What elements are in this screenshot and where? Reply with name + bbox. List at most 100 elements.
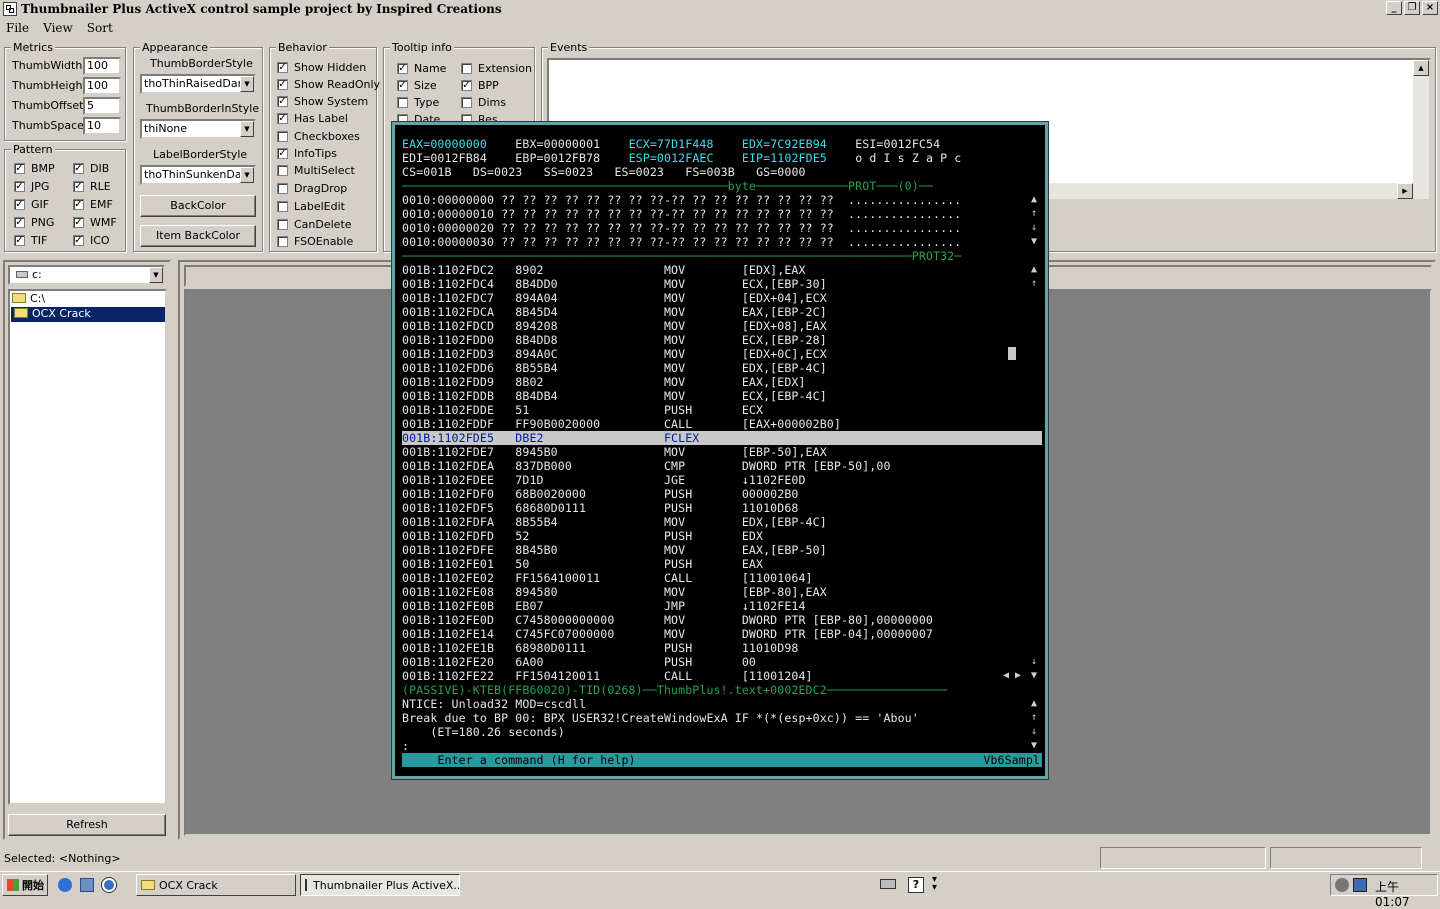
code-line[interactable]: 001B:1102FE0B EB07 JMP ↓1102FE14 xyxy=(402,599,806,613)
data-scroll-arrows[interactable]: ▲ ↑ ↓ ▼ xyxy=(1031,193,1037,249)
code-scroll-top[interactable]: ▲ ↑ xyxy=(1031,263,1037,291)
code-line[interactable]: 001B:1102FDDF FF90B0020000 CALL [EAX+000… xyxy=(402,417,841,431)
code-line[interactable]: 001B:1102FDFA 8B55B4 MOV EDX,[EBP-4C] xyxy=(402,515,827,529)
pattern-emf-checkbox[interactable]: ✓ EMF xyxy=(73,198,113,211)
code-line[interactable]: 001B:1102FDC2 8902 MOV [EDX],EAX xyxy=(402,263,806,277)
code-line[interactable]: 001B:1102FDCD 894208 MOV [EDX+08],EAX xyxy=(402,319,827,333)
tooltip-name-checkbox[interactable]: ✓ Name xyxy=(397,62,446,75)
show-system-checkbox[interactable]: ✓ Show System xyxy=(277,95,368,108)
menu-view[interactable]: View xyxy=(43,21,73,35)
show-hidden-checkbox[interactable]: ✓ Show Hidden xyxy=(277,61,366,74)
code-line[interactable]: 001B:1102FDD6 8B55B4 MOV EDX,[EBP-4C] xyxy=(402,361,827,375)
drive-select[interactable]: c: ▼ xyxy=(8,265,165,285)
code-line[interactable]: 001B:1102FE0D C7458000000000 MOV DWORD P… xyxy=(402,613,933,627)
code-line[interactable]: 001B:1102FDEA 837DB000 CMP DWORD PTR [EB… xyxy=(402,459,891,473)
tooltip-type-checkbox[interactable]: Type xyxy=(397,96,439,109)
code-line[interactable]: 001B:1102FDD3 894A0C MOV [EDX+0C],ECX xyxy=(402,347,827,361)
help-icon[interactable]: ? xyxy=(908,877,924,893)
clock[interactable]: 上午 01:07 xyxy=(1375,878,1437,909)
tree-item-root[interactable]: C:\ xyxy=(12,292,45,305)
command-prompt-line[interactable]: : xyxy=(402,739,409,753)
command-scroll-arrows[interactable]: ▲ ↑ ↓ ▼ xyxy=(1031,697,1037,753)
code-line[interactable]: 001B:1102FDF5 68680D0111 PUSH 11010D68 xyxy=(402,501,798,515)
maximize-button[interactable]: ❐ xyxy=(1404,1,1420,15)
pattern-jpg-checkbox[interactable]: ✓ JPG xyxy=(14,180,49,193)
tooltip-dims-checkbox[interactable]: Dims xyxy=(461,96,506,109)
pattern-tif-checkbox[interactable]: ✓ TIF xyxy=(14,234,47,247)
code-line[interactable]: 001B:1102FE14 C745FC07000000 MOV DWORD P… xyxy=(402,627,933,641)
refresh-button[interactable]: Refresh xyxy=(8,814,166,836)
code-line[interactable]: 001B:1102FDC4 8B4DD0 MOV ECX,[EBP-30] xyxy=(402,277,827,291)
has-label-checkbox[interactable]: ✓ Has Label xyxy=(277,112,348,125)
pattern-dib-checkbox[interactable]: ✓ DIB xyxy=(73,162,109,175)
thumb-height-input[interactable]: 100 xyxy=(83,77,121,95)
tray-icon[interactable] xyxy=(1335,878,1349,892)
pattern-wmf-checkbox[interactable]: ✓ WMF xyxy=(73,216,117,229)
chevron-down-icon[interactable]: ▼ xyxy=(240,76,254,92)
code-line[interactable]: 001B:1102FDF0 68B0020000 PUSH 000002B0 xyxy=(402,487,798,501)
menu-file[interactable]: File xyxy=(6,21,29,35)
pattern-bmp-checkbox[interactable]: ✓ BMP xyxy=(14,162,55,175)
ie-icon[interactable] xyxy=(58,878,72,892)
dragdrop-checkbox[interactable]: DragDrop xyxy=(277,182,347,195)
scroll-up-icon[interactable]: ▲ xyxy=(1413,60,1429,76)
code-line[interactable]: 001B:1102FDDE 51 PUSH ECX xyxy=(402,403,763,417)
media-player-icon[interactable] xyxy=(102,878,116,892)
code-hscroll-arrows[interactable]: ◀ ▶ xyxy=(1003,669,1021,683)
infotips-checkbox[interactable]: ✓ InfoTips xyxy=(277,147,337,160)
multiselect-checkbox[interactable]: MultiSelect xyxy=(277,164,355,177)
fsoenable-checkbox[interactable]: FSOEnable xyxy=(277,235,353,248)
code-scroll-bottom[interactable]: ↓ ▼ xyxy=(1031,655,1037,683)
code-line[interactable]: 001B:1102FDCA 8B45D4 MOV EAX,[EBP-2C] xyxy=(402,305,827,319)
code-line[interactable]: 001B:1102FE1B 68980D0111 PUSH 11010D98 xyxy=(402,641,798,655)
tree-item-ocx-crack[interactable]: OCX Crack xyxy=(11,307,165,322)
code-line[interactable]: 001B:1102FE20 6A00 PUSH 00 xyxy=(402,655,756,669)
desktop-icon[interactable] xyxy=(80,878,94,892)
tooltip-size-checkbox[interactable]: ✓ Size xyxy=(397,79,437,92)
task-thumbnailer[interactable]: Thumbnailer Plus ActiveX... xyxy=(300,874,460,896)
code-line[interactable]: 001B:1102FDFD 52 PUSH EDX xyxy=(402,529,763,543)
code-line[interactable]: 001B:1102FE08 894580 MOV [EBP-80],EAX xyxy=(402,585,827,599)
keyboard-icon[interactable] xyxy=(880,879,896,889)
folder-tree[interactable]: C:\ OCX Crack xyxy=(8,289,167,805)
chevron-down-icon[interactable]: ▼ xyxy=(240,167,254,183)
thumb-offset-input[interactable]: 5 xyxy=(83,97,121,115)
code-line[interactable]: 001B:1102FE01 50 PUSH EAX xyxy=(402,557,763,571)
code-line[interactable]: 001B:1102FE22 FF1504120011 CALL [1100120… xyxy=(402,669,813,683)
chevron-down-icon[interactable]: ▼ xyxy=(149,267,163,283)
code-line[interactable]: 001B:1102FE02 FF1564100011 CALL [1100106… xyxy=(402,571,813,585)
border-style-select[interactable]: thoThinRaisedDark ▼ xyxy=(140,74,256,94)
scroll-thumb[interactable] xyxy=(1008,347,1016,360)
network-icon[interactable] xyxy=(1353,878,1367,892)
code-line[interactable]: 001B:1102FDD9 8B02 MOV EAX,[EDX] xyxy=(402,375,806,389)
pattern-png-checkbox[interactable]: ✓ PNG xyxy=(14,216,54,229)
events-vscrollbar[interactable]: ▲ xyxy=(1413,60,1429,183)
code-line[interactable]: 001B:1102FDEE 7D1D JGE ↓1102FE0D xyxy=(402,473,806,487)
chevron-down-icon[interactable]: ▼ xyxy=(240,121,254,137)
item-backcolor-button[interactable]: Item BackColor xyxy=(140,225,256,247)
pattern-gif-checkbox[interactable]: ✓ GIF xyxy=(14,198,49,211)
task-ocx-crack[interactable]: OCX Crack xyxy=(136,874,296,896)
scroll-right-icon[interactable]: ▶ xyxy=(1397,183,1413,199)
label-border-select[interactable]: thoThinSunkenDark ▼ xyxy=(140,165,256,185)
code-line[interactable]: 001B:1102FDDB 8B4DB4 MOV ECX,[EBP-4C] xyxy=(402,389,827,403)
show-readonly-checkbox[interactable]: ✓ Show ReadOnly xyxy=(277,78,380,91)
debugger-window[interactable]: EAX=00000000 EBX=00000001 ECX=77D1F448 E… xyxy=(392,122,1048,779)
code-line-current[interactable]: 001B:1102FDE5 DBE2 FCLEX xyxy=(402,431,1042,445)
backcolor-button[interactable]: BackColor xyxy=(140,195,256,217)
labeledit-checkbox[interactable]: LabelEdit xyxy=(277,200,345,213)
code-line[interactable]: 001B:1102FDE7 8945B0 MOV [EBP-50],EAX xyxy=(402,445,827,459)
close-button[interactable]: × xyxy=(1422,1,1438,15)
code-line[interactable]: 001B:1102FDFE 8B45B0 MOV EAX,[EBP-50] xyxy=(402,543,827,557)
border-in-style-select[interactable]: thiNone ▼ xyxy=(140,119,256,139)
code-line[interactable]: 001B:1102FDD0 8B4DD8 MOV ECX,[EBP-28] xyxy=(402,333,827,347)
candelete-checkbox[interactable]: CanDelete xyxy=(277,218,352,231)
thumb-space-input[interactable]: 10 xyxy=(83,117,121,135)
pattern-ico-checkbox[interactable]: ✓ ICO xyxy=(73,234,110,247)
start-button[interactable]: 開始 xyxy=(2,874,48,896)
code-line[interactable]: 001B:1102FDC7 894A04 MOV [EDX+04],ECX xyxy=(402,291,827,305)
options-icon[interactable]: ▾ ▾ xyxy=(932,875,937,893)
menu-sort[interactable]: Sort xyxy=(87,21,113,35)
minimize-button[interactable]: _ xyxy=(1386,1,1402,15)
tooltip-extension-checkbox[interactable]: Extension xyxy=(461,62,532,75)
